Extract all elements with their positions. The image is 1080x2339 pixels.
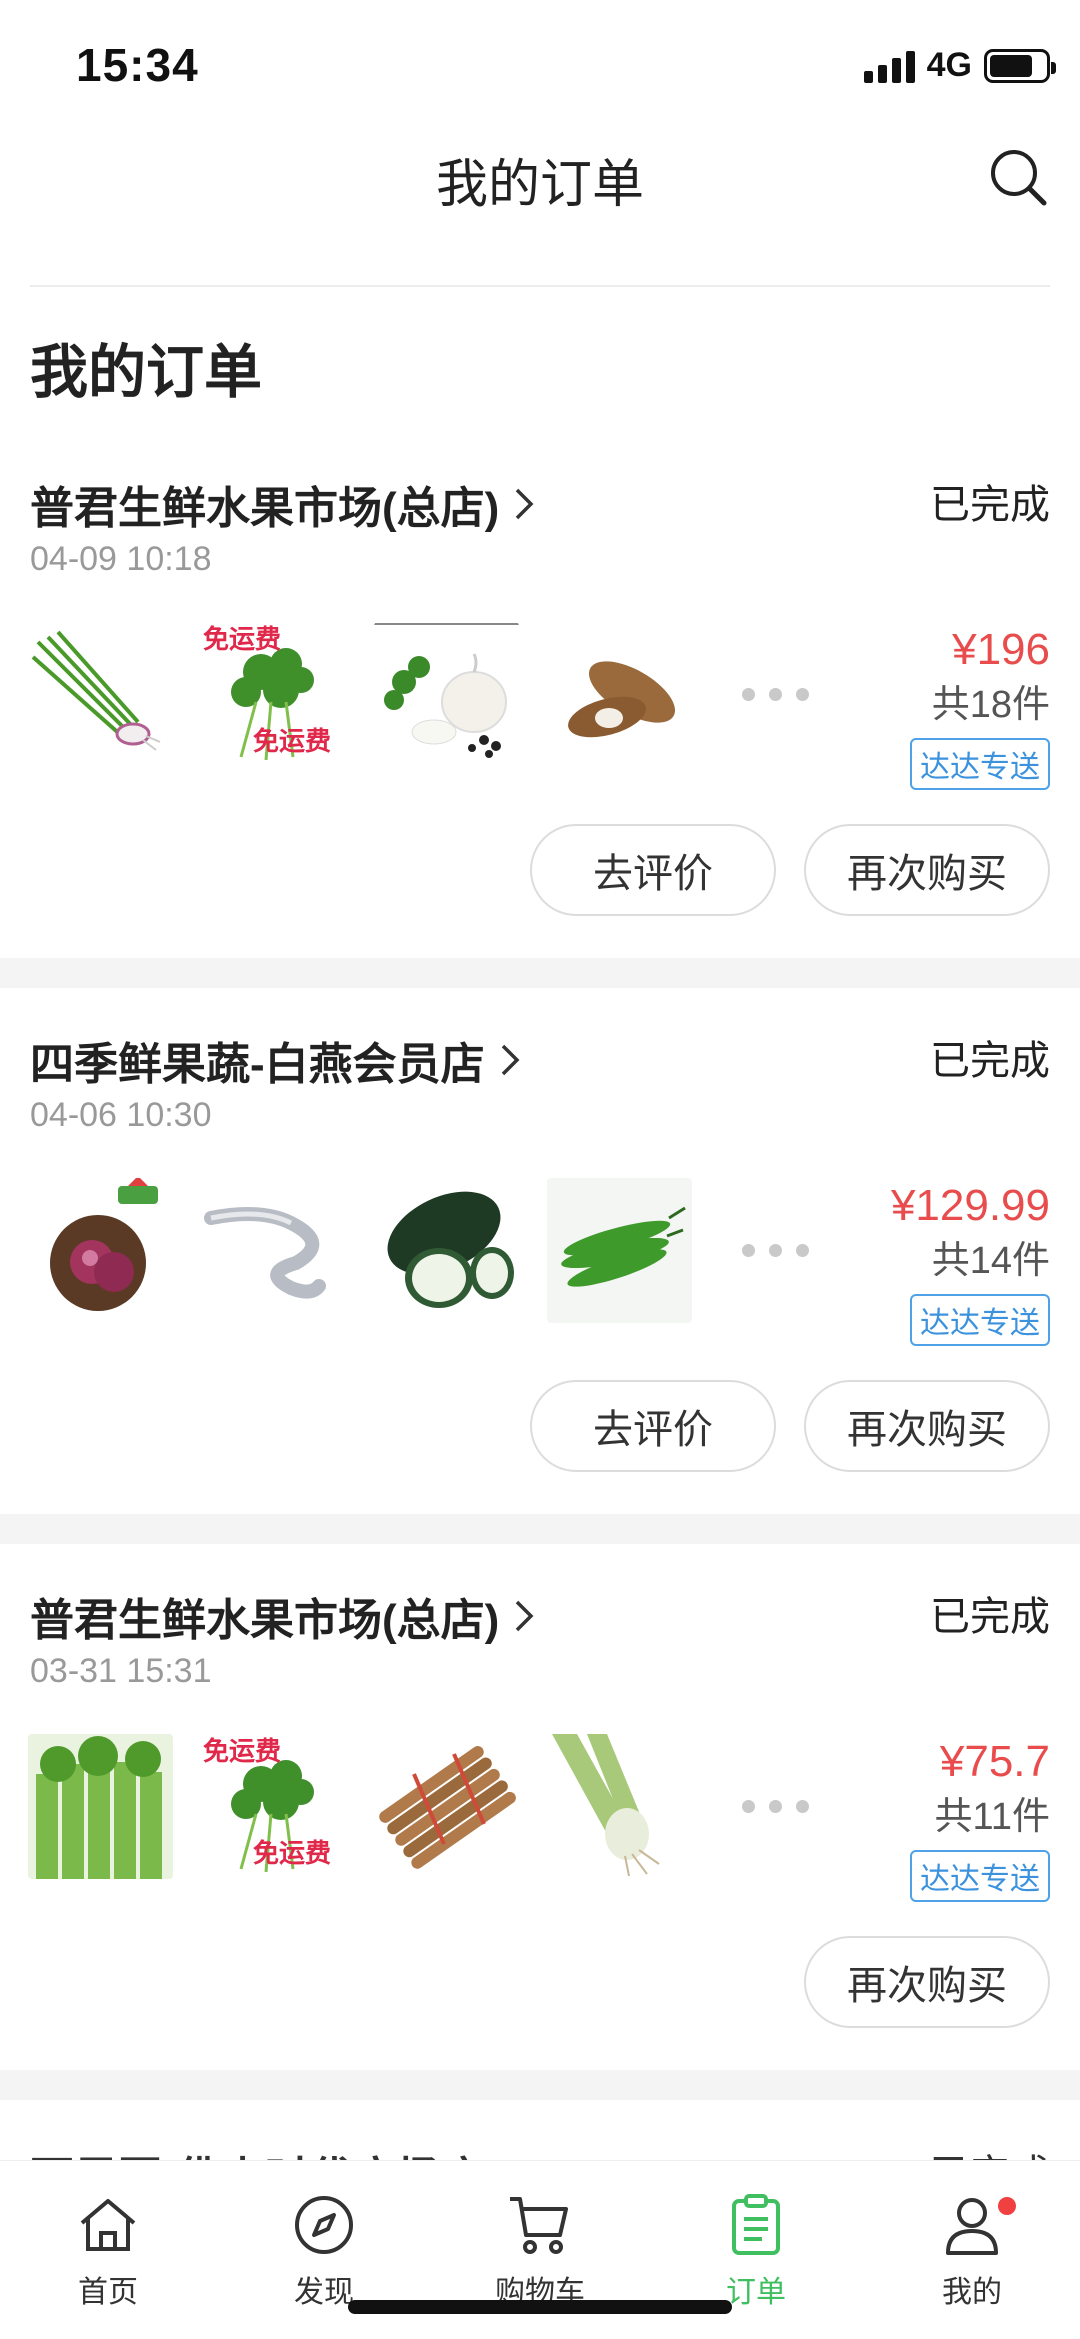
- product-image-celery: [28, 1734, 173, 1879]
- battery-icon: [984, 48, 1056, 83]
- status-time: 15:34: [76, 39, 199, 91]
- delivery-badge: 达达专送: [910, 1294, 1050, 1346]
- card-separator: [0, 1514, 1080, 1544]
- network-type: 4G: [926, 46, 972, 84]
- product-image-cilantro: 免运费 免运费: [201, 1734, 346, 1879]
- section-title: 我的订单: [30, 340, 263, 405]
- order-card[interactable]: 普君生鲜水果市场(总店) 已完成 03-31 15:31 免运费 免运费 ¥75…: [0, 1584, 1080, 2054]
- order-price: ¥196: [952, 625, 1050, 674]
- card-separator: [0, 2070, 1080, 2100]
- order-date: 03-31 15:31: [30, 1652, 212, 1690]
- tab-profile[interactable]: 我的: [892, 2191, 1052, 2311]
- order-status: 已完成: [930, 1039, 1050, 1083]
- order-date: 04-09 10:18: [30, 540, 212, 578]
- product-thumbnails[interactable]: 免运费 免运费: [28, 1734, 809, 1879]
- item-count: 共18件: [931, 684, 1050, 726]
- product-image-burdock: [374, 1734, 519, 1879]
- product-image-cilantro: 免运费 免运费: [201, 622, 346, 767]
- order-status: 已完成: [930, 1595, 1050, 1639]
- home-indicator[interactable]: [348, 2300, 732, 2314]
- promo-label: 免运费: [203, 1736, 281, 1767]
- delivery-badge: 达达专送: [910, 738, 1050, 790]
- item-count: 共11件: [934, 1796, 1050, 1838]
- buy-again-button[interactable]: 再次购买: [804, 1936, 1050, 2028]
- order-summary: ¥196 共18件 达达专送: [910, 622, 1050, 790]
- order-status: 已完成: [930, 483, 1050, 527]
- product-image-winter-melon: [374, 1178, 519, 1323]
- more-items-dots: [742, 688, 809, 701]
- more-items-dots: [742, 1800, 809, 1813]
- compass-icon: [295, 2196, 353, 2254]
- chevron-right-icon: [501, 1044, 520, 1076]
- chevron-right-icon: [516, 1600, 534, 1632]
- home-icon: [80, 2199, 136, 2251]
- store-link[interactable]: 普君生鲜水果市场(总店): [30, 1584, 535, 1648]
- order-card[interactable]: 普君生鲜水果市场(总店) 已完成 04-09 10:18 免运费 免运费 ¥19…: [0, 472, 1080, 942]
- product-image-red-onion: [28, 1178, 173, 1323]
- buy-again-button[interactable]: 再次购买: [804, 824, 1050, 916]
- order-summary: ¥129.99 共14件 达达专送: [891, 1178, 1050, 1346]
- tab-label: 我的: [942, 2276, 1002, 2309]
- buy-again-button[interactable]: 再次购买: [804, 1380, 1050, 1472]
- chevron-right-icon: [516, 488, 534, 520]
- signal-icon: [863, 49, 915, 83]
- review-button[interactable]: 去评价: [530, 1380, 776, 1472]
- tab-cart[interactable]: 购物车: [460, 2191, 620, 2311]
- order-clipboard-icon: [732, 2194, 780, 2255]
- notification-badge: [998, 2197, 1016, 2215]
- store-name: 普君生鲜水果市场(总店): [30, 484, 500, 533]
- review-button[interactable]: 去评价: [530, 824, 776, 916]
- product-thumbnails[interactable]: 免运费 免运费: [28, 622, 809, 767]
- product-image-yam: [547, 622, 692, 767]
- product-image-green-onion: [28, 622, 173, 767]
- delivery-badge: 达达专送: [910, 1850, 1050, 1902]
- status-bar: 15:34 4G: [0, 0, 1080, 130]
- header-divider: [30, 285, 1050, 287]
- tab-discover[interactable]: 发现: [244, 2191, 404, 2311]
- store-link[interactable]: 普君生鲜水果市场(总店): [30, 472, 535, 536]
- product-thumbnails[interactable]: [28, 1178, 809, 1323]
- product-image-leek-root: [547, 1734, 692, 1879]
- order-card[interactable]: 四季鲜果蔬-白燕会员店 已完成 04-06 10:30 ¥129.99 共14件…: [0, 1028, 1080, 1498]
- promo-label: 免运费: [253, 726, 331, 757]
- store-link[interactable]: 四季鲜果蔬-白燕会员店: [30, 1028, 521, 1092]
- card-separator: [0, 958, 1080, 988]
- order-price: ¥129.99: [890, 1181, 1050, 1230]
- status-indicators: 4G: [863, 46, 1056, 85]
- tab-label: 首页: [78, 2276, 138, 2309]
- product-image-eel: [201, 1178, 346, 1323]
- more-items-dots: [742, 1244, 809, 1257]
- page-title: 我的订单: [435, 156, 644, 214]
- tab-home[interactable]: 首页: [28, 2191, 188, 2311]
- store-name: 普君生鲜水果市场(总店): [30, 1596, 500, 1645]
- order-price: ¥75.7: [939, 1737, 1050, 1786]
- profile-icon: [946, 2198, 998, 2255]
- store-name: 四季鲜果蔬-白燕会员店: [30, 1040, 485, 1089]
- order-date: 04-06 10:30: [30, 1096, 212, 1134]
- search-icon[interactable]: [986, 145, 1050, 209]
- cart-icon: [510, 2197, 568, 2254]
- product-image-garlic: [374, 622, 519, 767]
- order-summary: ¥75.7 共11件 达达专送: [910, 1734, 1050, 1902]
- product-image-green-pepper: [547, 1178, 692, 1323]
- promo-label: 免运费: [203, 624, 281, 655]
- tab-orders[interactable]: 订单: [676, 2191, 836, 2311]
- promo-label: 免运费: [253, 1838, 331, 1869]
- order-actions: 去评价 再次购买: [530, 1380, 1050, 1472]
- order-actions: 再次购买: [804, 1936, 1050, 2028]
- order-actions: 去评价 再次购买: [530, 824, 1050, 916]
- item-count: 共14件: [931, 1240, 1050, 1282]
